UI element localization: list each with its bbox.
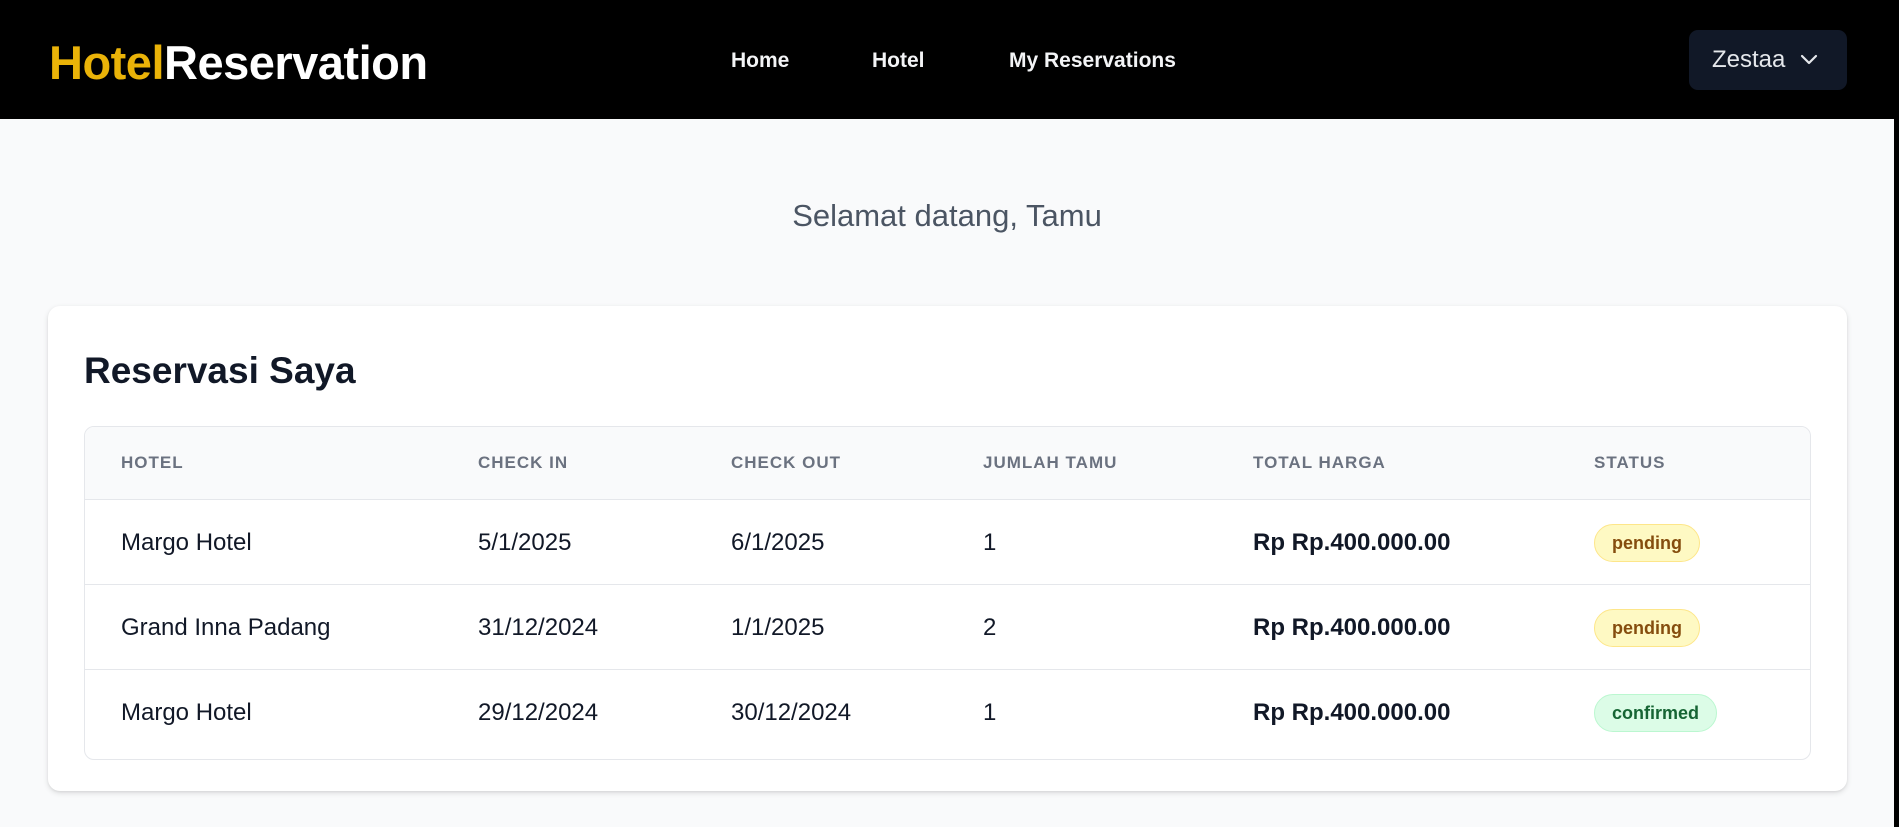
column-header-guests: JUMLAH TAMU (983, 453, 1118, 472)
cell-hotel: Margo Hotel (121, 529, 252, 556)
welcome-message: Selamat datang, Tamu (792, 198, 1102, 233)
brand-logo[interactable]: HotelReservation (49, 36, 428, 90)
cell-hotel: Grand Inna Padang (121, 614, 331, 641)
column-header-check-in: CHECK IN (478, 453, 569, 472)
cell-guests: 2 (983, 614, 997, 641)
table-header: HOTEL CHECK IN CHECK OUT JUMLAH TAMU TOT… (85, 427, 1810, 500)
status-badge: pending (1594, 609, 1700, 647)
cell-check-out: 30/12/2024 (731, 699, 852, 726)
user-menu-button[interactable]: Zestaa (1689, 30, 1847, 90)
column-header-check-out: CHECK OUT (731, 453, 842, 472)
column-header-hotel: HOTEL (121, 453, 184, 472)
cell-check-out: 1/1/2025 (731, 614, 825, 641)
window-edge (1894, 0, 1899, 827)
cell-total-price: Rp Rp.400.000.00 (1253, 699, 1451, 726)
nav-hotel-link[interactable]: Hotel (872, 46, 925, 76)
cell-check-in: 31/12/2024 (478, 614, 599, 641)
reservations-table: HOTEL CHECK IN CHECK OUT JUMLAH TAMU TOT… (84, 426, 1811, 760)
table-row: Grand Inna Padang 31/12/2024 1/1/2025 2 … (85, 585, 1810, 670)
cell-guests: 1 (983, 699, 997, 726)
user-name: Zestaa (1712, 46, 1786, 73)
status-badge: confirmed (1594, 694, 1718, 732)
chevron-down-icon (1800, 54, 1818, 65)
navbar: HotelReservation Home Hotel My Reservati… (0, 0, 1894, 119)
column-header-status: STATUS (1594, 453, 1666, 472)
nav-home-link[interactable]: Home (731, 46, 789, 76)
table-row: Margo Hotel 29/12/2024 30/12/2024 1 Rp R… (85, 670, 1810, 755)
brand-part-hotel: Hotel (49, 36, 165, 89)
column-header-total-price: TOTAL HARGA (1253, 453, 1386, 472)
cell-total-price: Rp Rp.400.000.00 (1253, 529, 1451, 556)
cell-total-price: Rp Rp.400.000.00 (1253, 614, 1451, 641)
cell-check-in: 29/12/2024 (478, 699, 599, 726)
brand-part-reservation: Reservation (164, 36, 428, 89)
table-row: Margo Hotel 5/1/2025 6/1/2025 1 Rp Rp.40… (85, 500, 1810, 585)
cell-check-in: 5/1/2025 (478, 529, 572, 556)
nav-my-reservations-link[interactable]: My Reservations (1009, 46, 1176, 76)
cell-hotel: Margo Hotel (121, 699, 252, 726)
status-badge: pending (1594, 524, 1700, 562)
reservations-card: Reservasi Saya HOTEL CHECK IN CHECK OUT … (48, 306, 1847, 791)
cell-check-out: 6/1/2025 (731, 529, 825, 556)
cell-guests: 1 (983, 529, 997, 556)
reservations-title: Reservasi Saya (84, 350, 356, 391)
